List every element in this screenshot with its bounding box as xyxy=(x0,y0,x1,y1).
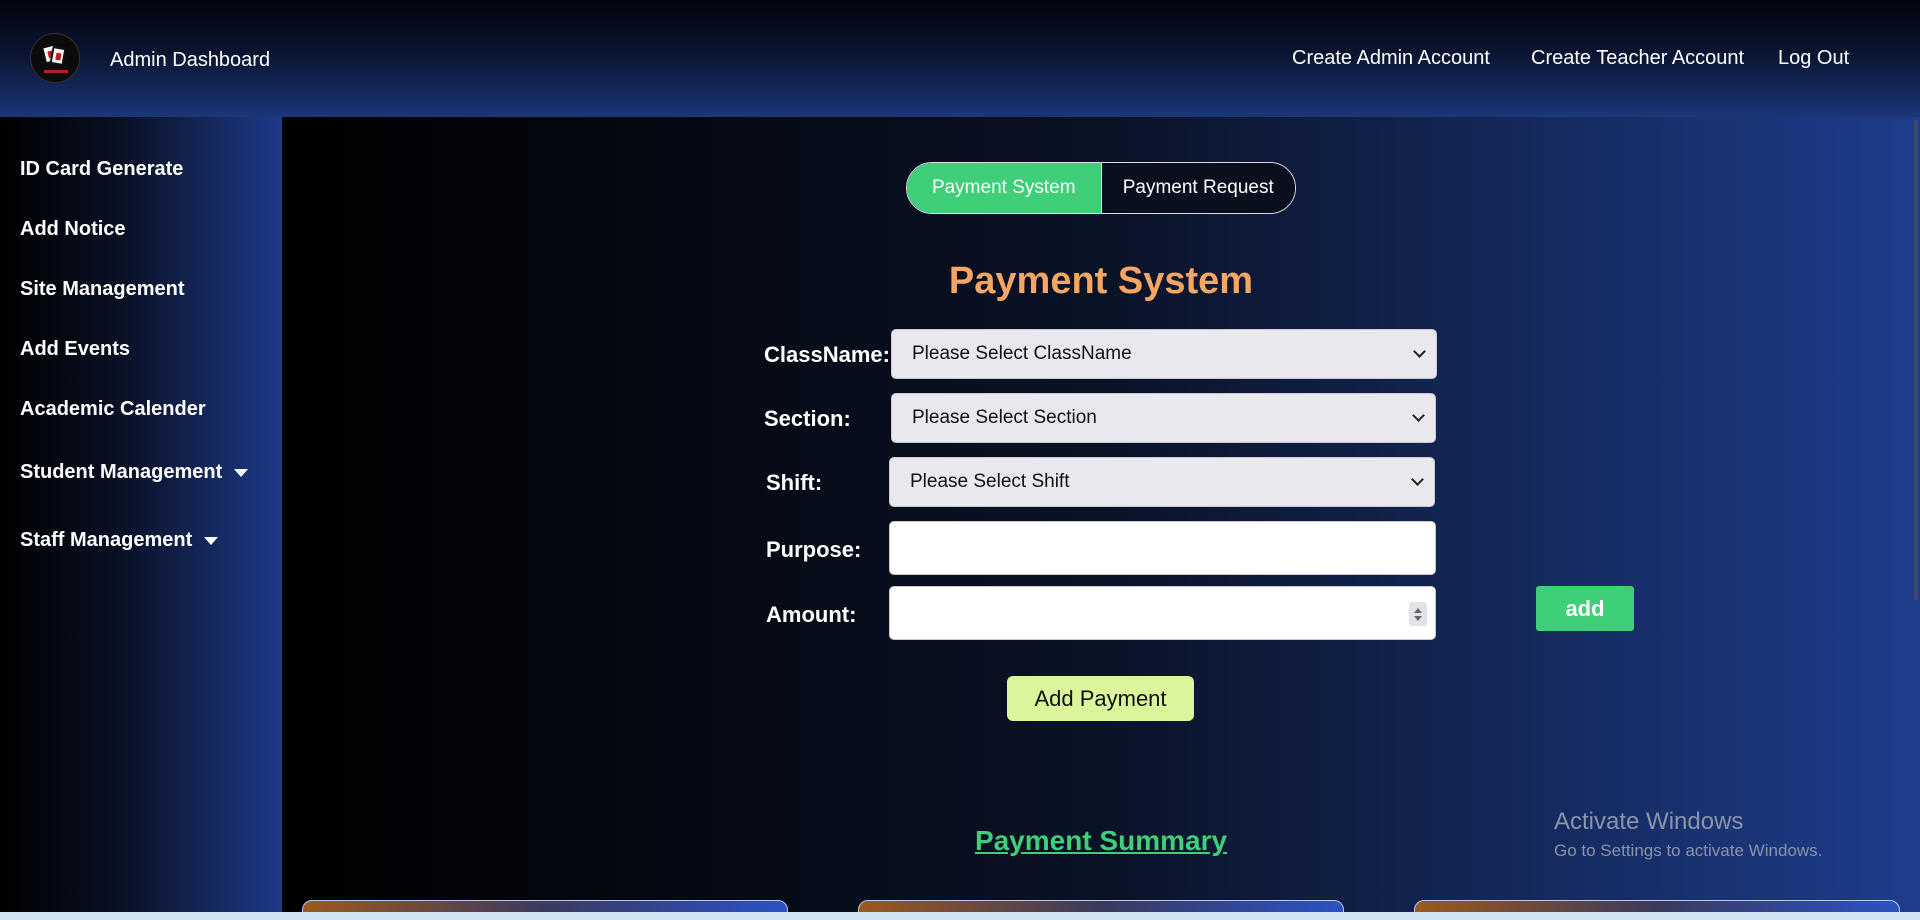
shift-select-value: Please Select Shift xyxy=(910,471,1070,492)
purpose-label: Purpose: xyxy=(766,537,862,562)
classname-select[interactable]: Please Select ClassName xyxy=(891,329,1437,379)
sidebar: ID Card Generate Add Notice Site Managem… xyxy=(0,117,282,920)
add-button[interactable]: add xyxy=(1536,586,1634,631)
create-admin-account-link[interactable]: Create Admin Account xyxy=(1292,47,1490,70)
chevron-down-icon xyxy=(1411,473,1424,486)
activate-windows-subtitle: Go to Settings to activate Windows. xyxy=(1554,841,1823,860)
activate-windows-title: Activate Windows xyxy=(1554,808,1744,835)
sidebar-item-academic-calender[interactable]: Academic Calender xyxy=(20,398,206,421)
sidebar-item-label: Staff Management xyxy=(20,529,193,551)
horizontal-scrollbar[interactable] xyxy=(0,912,1920,920)
create-teacher-account-link[interactable]: Create Teacher Account xyxy=(1531,47,1744,70)
classname-label: ClassName: xyxy=(764,342,890,367)
top-header: Admin Dashboard Create Admin Account Cre… xyxy=(0,0,1920,117)
section-select[interactable]: Please Select Section xyxy=(891,393,1436,443)
vertical-scrollbar[interactable] xyxy=(1914,120,1918,600)
amount-input[interactable] xyxy=(889,586,1436,640)
purpose-input[interactable] xyxy=(889,521,1436,575)
school-logo-icon[interactable] xyxy=(30,33,80,83)
page-title: Payment System xyxy=(948,260,1254,302)
shift-label: Shift: xyxy=(766,470,823,495)
sidebar-item-label: Site Management xyxy=(20,278,185,300)
chevron-down-icon xyxy=(1413,345,1426,358)
sidebar-item-label: ID Card Generate xyxy=(20,158,184,180)
number-spinner-icon[interactable] xyxy=(1409,602,1427,626)
caret-down-icon xyxy=(204,536,219,545)
sidebar-item-student-management[interactable]: Student Management xyxy=(20,461,249,484)
logo-card-right xyxy=(49,45,67,67)
sidebar-item-site-management[interactable]: Site Management xyxy=(20,278,184,301)
tab-payment-system[interactable]: Payment System xyxy=(907,163,1101,213)
spinner-down-icon[interactable] xyxy=(1414,615,1422,621)
logo-banner xyxy=(44,70,68,73)
sidebar-item-label: Add Events xyxy=(20,338,131,360)
sidebar-item-staff-management[interactable]: Staff Management xyxy=(20,529,219,552)
log-out-link[interactable]: Log Out xyxy=(1778,47,1849,70)
classname-select-value: Please Select ClassName xyxy=(912,343,1132,364)
sidebar-item-add-notice[interactable]: Add Notice xyxy=(20,218,126,241)
section-select-value: Please Select Section xyxy=(912,407,1097,428)
shift-select[interactable]: Please Select Shift xyxy=(889,457,1435,507)
section-label: Section: xyxy=(764,406,851,431)
caret-down-icon xyxy=(234,468,249,477)
payment-tabs: Payment System Payment Request xyxy=(906,162,1296,214)
payment-summary-title: Payment Summary xyxy=(974,825,1228,856)
sidebar-item-label: Academic Calender xyxy=(20,398,206,420)
sidebar-item-label: Student Management xyxy=(20,461,223,483)
main-content xyxy=(282,117,1920,912)
amount-label: Amount: xyxy=(766,602,857,627)
tab-payment-request[interactable]: Payment Request xyxy=(1100,163,1295,213)
spinner-up-icon[interactable] xyxy=(1414,607,1422,613)
sidebar-item-label: Add Notice xyxy=(20,218,126,240)
sidebar-item-add-events[interactable]: Add Events xyxy=(20,338,130,361)
sidebar-item-id-card-generate[interactable]: ID Card Generate xyxy=(20,158,183,181)
app-title: Admin Dashboard xyxy=(110,49,271,71)
add-payment-button[interactable]: Add Payment xyxy=(1007,676,1194,721)
chevron-down-icon xyxy=(1412,409,1425,422)
